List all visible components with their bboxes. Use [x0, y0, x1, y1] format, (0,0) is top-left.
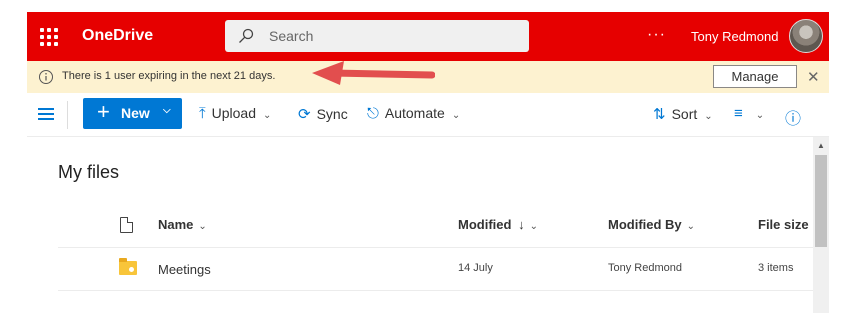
app-launcher-icon[interactable]: [40, 28, 58, 46]
search-icon: [239, 28, 254, 43]
shared-folder-icon: [119, 258, 137, 275]
automate-button[interactable]: ⎋ Automate ⌄: [367, 105, 460, 122]
chevron-down-icon: ⌄: [529, 221, 538, 232]
suite-header: OneDrive Search ··· Tony Redmond: [27, 12, 829, 61]
chevron-down-icon: ⌄: [755, 110, 765, 121]
command-bar: + New ⌵ ⤒ Upload ⌄ ⟳ Sync ⎋ Automate ⌄ ⇅ Sort ⌄…: [27, 93, 829, 137]
chevron-down-icon: ⌵: [163, 105, 171, 116]
plus-icon: +: [97, 99, 110, 124]
scroll-up-icon[interactable]: ▲: [817, 141, 825, 150]
column-header-modified-by[interactable]: Modified By ⌄: [608, 217, 695, 232]
file-name-link[interactable]: Meetings: [158, 262, 211, 277]
search-placeholder: Search: [269, 28, 314, 44]
modified-date: 14 July: [458, 262, 493, 274]
chevron-down-icon: ⌄: [198, 221, 207, 232]
sync-button[interactable]: ⟳ Sync: [298, 105, 348, 123]
upload-label: Upload: [211, 105, 257, 121]
annotation-arrow: [312, 61, 435, 85]
column-modified-by-label: Modified By: [608, 217, 682, 232]
app-name[interactable]: OneDrive: [82, 27, 153, 45]
user-name[interactable]: Tony Redmond: [691, 29, 778, 44]
info-icon: [39, 70, 53, 84]
page-title: My files: [58, 162, 120, 182]
manage-button[interactable]: Manage: [713, 65, 797, 88]
sort-button[interactable]: ⇅ Sort ⌄: [653, 105, 713, 123]
vertical-scrollbar[interactable]: ▲: [813, 137, 829, 313]
column-modified-label: Modified: [458, 217, 512, 232]
upload-icon: ⤒: [199, 105, 206, 122]
info-pane-icon[interactable]: ⓘ: [785, 105, 801, 129]
scrollbar-thumb[interactable]: [815, 155, 827, 247]
file-list-area: My files Name ⌄ Modified ↓ ⌄ Modified By ⌄ …: [27, 137, 813, 313]
column-name-label: Name: [158, 217, 194, 232]
chevron-down-icon: ⌄: [686, 221, 696, 232]
automate-label: Automate: [384, 105, 445, 121]
sort-label: Sort: [671, 106, 698, 122]
sort-icon: ⇅: [653, 106, 666, 123]
file-size: 3 items: [758, 262, 794, 274]
new-button[interactable]: + New ⌵: [83, 98, 182, 129]
onedrive-window: OneDrive Search ··· Tony Redmond There i…: [0, 0, 846, 313]
close-icon[interactable]: ✕: [807, 68, 820, 86]
modified-by: Tony Redmond: [608, 262, 682, 274]
sync-icon: ⟳: [298, 106, 311, 123]
automate-icon: ⎋: [367, 105, 379, 122]
sort-descending-icon: ↓: [518, 217, 525, 232]
chevron-down-icon: ⌄: [704, 111, 713, 122]
file-type-icon[interactable]: [120, 217, 133, 233]
new-label: New: [121, 105, 150, 121]
row-divider: [58, 290, 813, 291]
column-header-modified[interactable]: Modified ↓ ⌄: [458, 217, 538, 232]
search-input[interactable]: Search: [225, 20, 529, 52]
avatar[interactable]: [789, 19, 823, 53]
expiry-notice-bar: There is 1 user expiring in the next 21 …: [27, 61, 829, 93]
header-divider: [58, 247, 813, 248]
command-divider: [67, 101, 68, 129]
upload-button[interactable]: ⤒ Upload ⌄: [199, 105, 271, 122]
column-file-size-label: File size: [758, 217, 809, 232]
more-options-button[interactable]: ···: [647, 26, 666, 44]
sync-label: Sync: [316, 106, 348, 122]
chevron-down-icon: ⌄: [263, 110, 272, 121]
chevron-down-icon: ⌄: [451, 110, 461, 121]
column-header-file-size[interactable]: File size: [758, 217, 809, 232]
view-options-button[interactable]: ≡ ⌄: [734, 105, 764, 122]
column-header-name[interactable]: Name ⌄: [158, 217, 207, 232]
notice-text: There is 1 user expiring in the next 21 …: [62, 70, 276, 82]
nav-menu-icon[interactable]: [38, 108, 54, 120]
list-view-icon: ≡: [734, 105, 743, 122]
